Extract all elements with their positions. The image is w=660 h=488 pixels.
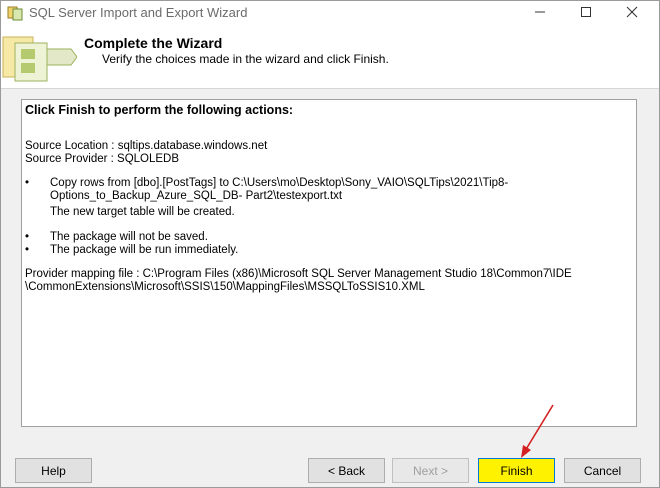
window-title: SQL Server Import and Export Wizard (29, 5, 248, 20)
minimize-icon (535, 11, 545, 13)
close-icon (626, 6, 638, 18)
close-button[interactable] (609, 1, 655, 23)
summary-textbox[interactable]: Click Finish to perform the following ac… (21, 99, 637, 427)
maximize-button[interactable] (563, 1, 609, 23)
copy-rows-line2: Options_to_Backup_Azure_SQL_DB- Part2\te… (50, 190, 343, 202)
page-subtitle: Verify the choices made in the wizard an… (102, 52, 389, 66)
annotation-arrow-icon (521, 404, 554, 458)
not-saved-note: The package will not be saved. (50, 231, 208, 243)
help-button[interactable]: Help (15, 458, 92, 483)
source-location: Source Location : sqltips.database.windo… (25, 140, 268, 152)
copy-rows-line1: Copy rows from [dbo].[PostTags] to C:\Us… (50, 177, 509, 189)
maximize-icon (581, 7, 591, 17)
app-icon (7, 6, 23, 21)
wizard-body: Click Finish to perform the following ac… (1, 89, 659, 441)
next-button[interactable]: Next > (392, 458, 469, 483)
bullet-marker: • (25, 177, 30, 189)
mapping-file-line1: Provider mapping file : C:\Program Files… (25, 268, 572, 280)
wizard-banner-icon (1, 29, 77, 85)
new-table-note: The new target table will be created. (50, 206, 235, 218)
page-title: Complete the Wizard (84, 35, 223, 51)
wizard-header: Complete the Wizard Verify the choices m… (1, 27, 659, 89)
finish-button[interactable]: Finish (478, 458, 555, 483)
run-now-note: The package will be run immediately. (50, 244, 239, 256)
summary-heading: Click Finish to perform the following ac… (25, 103, 294, 117)
title-bar: SQL Server Import and Export Wizard (1, 1, 659, 27)
back-button[interactable]: < Back (308, 458, 385, 483)
mapping-file-line2: \CommonExtensions\Microsoft\SSIS\150\Map… (25, 281, 425, 293)
bullet-marker: • (25, 231, 30, 243)
bullet-marker: • (25, 244, 30, 256)
cancel-button[interactable]: Cancel (564, 458, 641, 483)
source-provider: Source Provider : SQLOLEDB (25, 153, 180, 165)
wizard-window: SQL Server Import and Export Wizard Comp… (0, 0, 660, 488)
minimize-button[interactable] (517, 1, 563, 23)
